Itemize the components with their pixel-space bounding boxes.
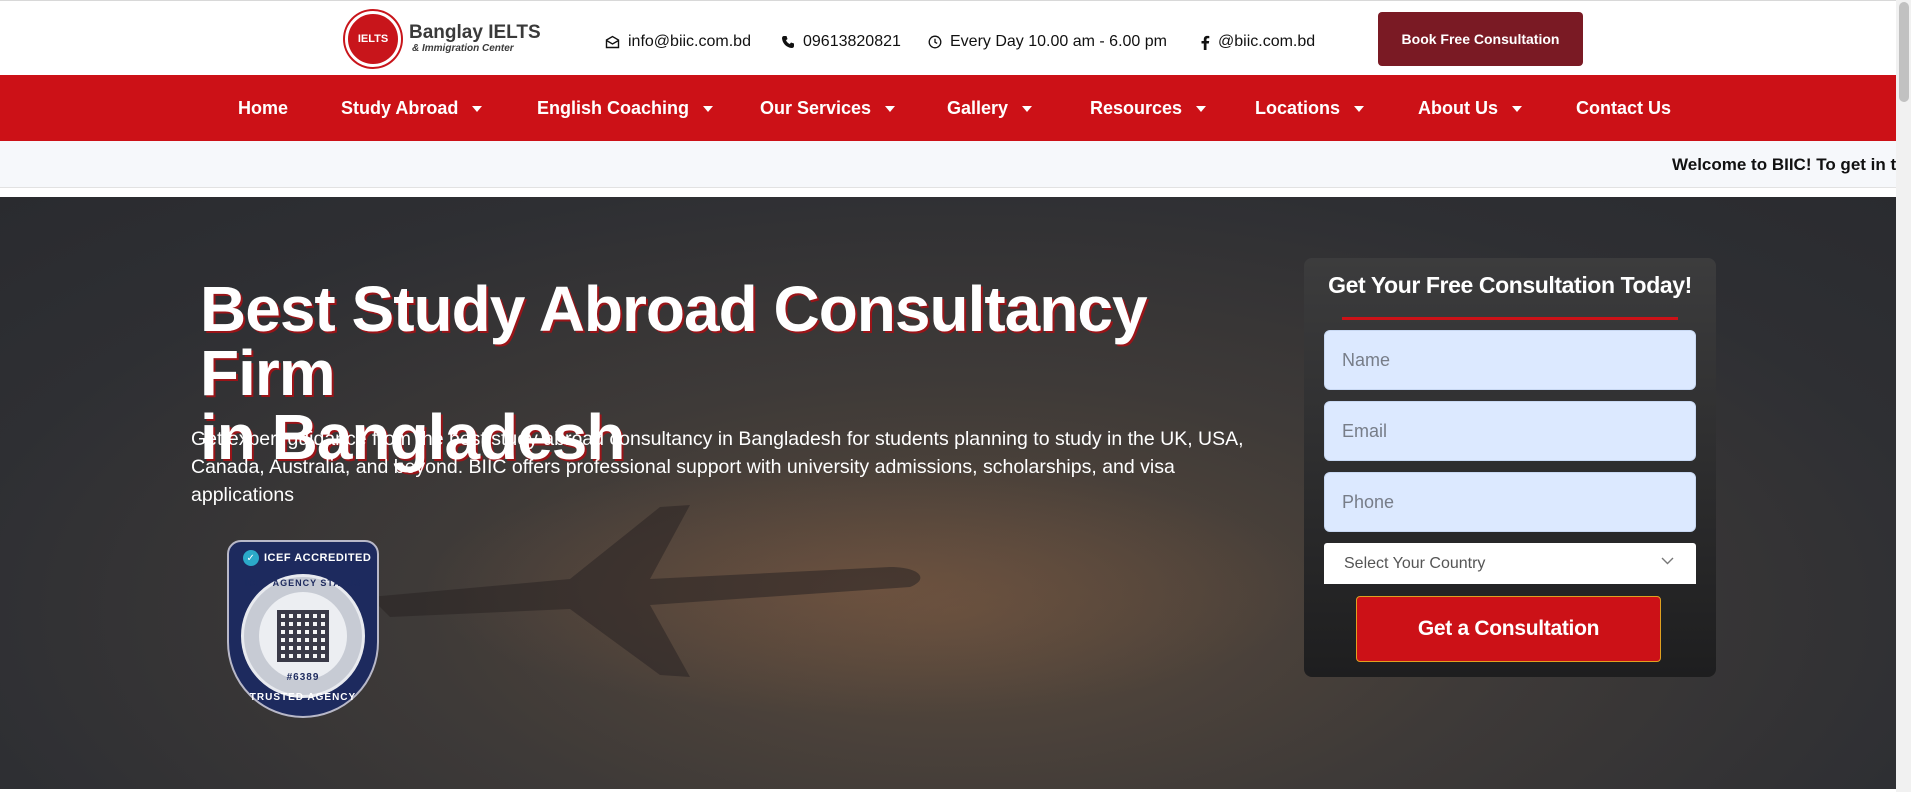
facebook-icon (1201, 35, 1210, 50)
envelope-icon (605, 35, 620, 49)
country-select-value: Select Your Country (1344, 554, 1486, 572)
form-title-underline (1342, 317, 1678, 320)
hours-text: Every Day 10.00 am - 6.00 pm (950, 33, 1167, 50)
icef-trusted-text: TRUSTED AGENCY (249, 692, 357, 703)
nav-item-our-services[interactable]: Our Services (760, 75, 896, 141)
name-field[interactable] (1324, 330, 1696, 390)
announcement-ticker: Welcome to BIIC! To get in to (0, 141, 1911, 188)
scrollbar-thumb[interactable] (1899, 2, 1909, 102)
nav-item-label: Gallery (947, 97, 1009, 118)
caret-down-icon (472, 106, 483, 112)
facebook-text: @biic.com.bd (1218, 33, 1316, 50)
chevron-down-icon (1661, 557, 1674, 565)
icef-accredited-text: ICEF ACCREDITED (264, 552, 372, 564)
nav-item-label: Locations (1255, 97, 1341, 118)
caret-down-icon (1196, 106, 1207, 112)
nav-item-label: Home (238, 97, 289, 118)
airplane-silhouette (370, 505, 921, 677)
caret-down-icon (885, 106, 896, 112)
logo-name: Banglay IELTS (409, 22, 541, 43)
icef-number: #6389 (286, 672, 320, 683)
logo-subtitle: & Immigration Center (412, 43, 514, 54)
nav-item-label: Our Services (760, 97, 872, 118)
book-free-consultation-button[interactable]: Book Free Consultation (1378, 12, 1583, 66)
qr-code-icon (277, 610, 329, 662)
icef-seal-inner (259, 592, 347, 680)
phone-icon (782, 36, 794, 48)
phone-link[interactable]: 09613820821 (781, 31, 901, 53)
nav-item-label: About Us (1418, 97, 1498, 118)
form-title: Get Your Free Consultation Today! (1328, 272, 1692, 298)
clock-icon (928, 35, 942, 49)
hero-title-line-1: Best Study Abroad Consultancy Firm (200, 273, 1148, 409)
nav-item-label: Study Abroad (341, 97, 459, 118)
opening-hours: Every Day 10.00 am - 6.00 pm (928, 31, 1167, 53)
email-text: info@biic.com.bd (628, 33, 751, 50)
facebook-link[interactable]: @biic.com.bd (1200, 31, 1315, 53)
consultation-form: Get Your Free Consultation Today! Select… (1304, 258, 1716, 677)
nav-item-resources[interactable]: Resources (1090, 75, 1207, 141)
checkmark-icon: ✓ (243, 550, 259, 566)
logo-badge-icon: IELTS (345, 11, 401, 67)
logo-text: Banglay IELTS & Immigration Center (409, 23, 541, 55)
caret-down-icon (703, 106, 714, 112)
nav-item-about-us[interactable]: About Us (1418, 75, 1522, 141)
nav-item-study-abroad[interactable]: Study Abroad (341, 75, 483, 141)
phone-text: 09613820821 (803, 33, 901, 50)
get-consultation-button[interactable]: Get a Consultation (1356, 596, 1661, 662)
email-link[interactable]: info@biic.com.bd (605, 31, 751, 53)
caret-down-icon (1354, 106, 1365, 112)
nav-item-label: Contact Us (1576, 97, 1672, 118)
icef-status-text: ICEF AGENCY STATUS (244, 578, 362, 588)
site-logo[interactable]: IELTS Banglay IELTS & Immigration Center (345, 11, 541, 67)
email-field[interactable] (1324, 401, 1696, 461)
country-select[interactable]: Select Your Country (1324, 543, 1696, 584)
nav-item-label: Resources (1090, 97, 1183, 118)
nav-item-contact-us[interactable]: Contact Us (1576, 75, 1671, 141)
nav-item-locations[interactable]: Locations (1255, 75, 1365, 141)
nav-item-label: English Coaching (537, 97, 690, 118)
icef-top-label: ✓ ICEF ACCREDITED (243, 550, 371, 566)
icef-shield: ✓ ICEF ACCREDITED ICEF AGENCY STATUS #63… (227, 540, 379, 718)
main-navigation: Home Study Abroad English Coaching Our S… (0, 75, 1911, 141)
icef-accredited-badge: ✓ ICEF ACCREDITED ICEF AGENCY STATUS #63… (227, 540, 379, 718)
phone-field[interactable] (1324, 472, 1696, 532)
nav-item-english-coaching[interactable]: English Coaching (537, 75, 714, 141)
page-scrollbar[interactable] (1896, 0, 1911, 792)
hero-description: Get expert guidance from the best study … (191, 428, 1244, 506)
caret-down-icon (1022, 106, 1033, 112)
ticker-viewport: Welcome to BIIC! To get in to (0, 141, 1896, 187)
ticker-text: Welcome to BIIC! To get in to (1672, 155, 1896, 174)
caret-down-icon (1512, 106, 1522, 112)
nav-item-home[interactable]: Home (238, 75, 288, 141)
nav-item-gallery[interactable]: Gallery (947, 75, 1033, 141)
top-contact-bar: IELTS Banglay IELTS & Immigration Center… (0, 0, 1911, 75)
